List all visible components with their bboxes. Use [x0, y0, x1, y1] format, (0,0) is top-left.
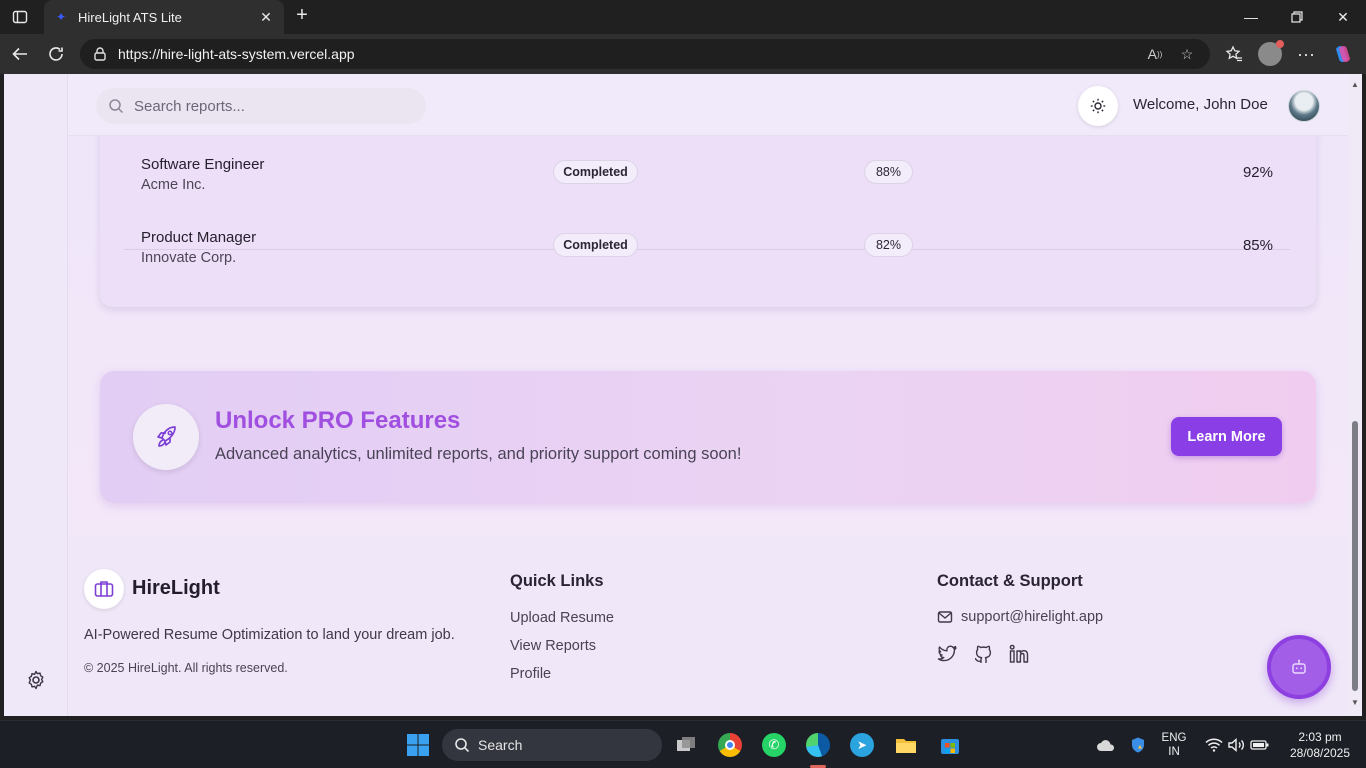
read-aloud-icon[interactable]: A)) [1144, 43, 1166, 65]
briefcase-icon [84, 569, 124, 609]
onedrive-icon[interactable] [1092, 731, 1120, 759]
footer-brand: HireLight [132, 577, 220, 599]
ats-score-badge: 82% [864, 233, 913, 257]
main-content: Software Engineer Acme Inc. Completed 88… [68, 74, 1348, 716]
page-scrollbar[interactable]: ▲ ▼ [1348, 74, 1362, 716]
search-icon [109, 99, 124, 114]
support-email[interactable]: support@hirelight.app [961, 609, 1103, 625]
pro-features-banner: Unlock PRO Features Advanced analytics, … [100, 371, 1316, 503]
footer-tagline: AI-Powered Resume Optimization to land y… [84, 627, 455, 643]
learn-more-button[interactable]: Learn More [1171, 417, 1282, 456]
window-close-icon[interactable]: ✕ [1320, 0, 1366, 34]
browser-tab-bar: ✦ HireLight ATS Lite ✕ + — ✕ [0, 0, 1366, 34]
favorite-star-icon[interactable]: ☆ [1176, 43, 1198, 65]
clock-date: 28/08/2025 [1289, 746, 1351, 760]
tab-favicon-icon: ✦ [56, 10, 67, 24]
security-shield-icon[interactable] [1124, 731, 1152, 759]
favorites-icon[interactable] [1221, 42, 1247, 66]
more-menu-icon[interactable]: ··· [1293, 42, 1319, 66]
quick-links-heading: Quick Links [510, 572, 604, 590]
tab-title: HireLight ATS Lite [78, 9, 182, 25]
welcome-text: Welcome, John Doe [1133, 96, 1268, 113]
status-badge: Completed [553, 233, 638, 257]
restore-icon[interactable] [1274, 0, 1320, 34]
site-info-icon[interactable] [92, 46, 108, 62]
link-view-reports[interactable]: View Reports [510, 638, 596, 654]
battery-icon[interactable] [1246, 731, 1274, 759]
scroll-up-icon[interactable]: ▲ [1351, 80, 1359, 89]
table-row[interactable]: Software Engineer Acme Inc. Completed 88… [124, 136, 1290, 208]
row-company: Acme Inc. [141, 177, 206, 193]
linkedin-icon[interactable] [1008, 643, 1030, 665]
scroll-down-icon[interactable]: ▼ [1351, 698, 1359, 707]
ats-score-badge: 88% [864, 160, 913, 184]
link-profile[interactable]: Profile [510, 666, 551, 682]
promo-subtitle: Advanced analytics, unlimited reports, a… [215, 445, 742, 463]
status-badge: Completed [553, 160, 638, 184]
row-role: Software Engineer [141, 156, 265, 173]
task-view-icon[interactable] [672, 731, 700, 759]
profile-avatar-icon[interactable] [1257, 40, 1284, 66]
clock[interactable]: 2:03 pm 28/08/2025 [1278, 730, 1362, 760]
top-header: Welcome, John Doe [68, 74, 1348, 136]
file-explorer-icon[interactable] [892, 731, 920, 759]
taskbar-search[interactable]: Search [442, 729, 662, 761]
scrollbar-thumb[interactable] [1352, 421, 1358, 691]
copyright-text: © 2025 HireLight. All rights reserved. [84, 661, 288, 675]
page-viewport: Software Engineer Acme Inc. Completed 88… [4, 74, 1362, 716]
twitter-icon[interactable] [936, 643, 958, 665]
github-icon[interactable] [972, 643, 994, 665]
contact-heading: Contact & Support [937, 572, 1083, 590]
tab-close-icon[interactable]: ✕ [258, 9, 274, 26]
edge-icon[interactable] [804, 731, 832, 759]
chatbot-button[interactable] [1267, 635, 1331, 699]
footer: HireLight AI-Powered Resume Optimization… [68, 535, 1348, 716]
mail-icon [937, 611, 953, 623]
link-upload-resume[interactable]: Upload Resume [510, 610, 614, 626]
language-line2: IN [1168, 746, 1180, 758]
search-input[interactable] [134, 97, 394, 115]
new-tab-icon[interactable]: + [291, 5, 313, 27]
windows-taskbar: Search ✆ ➤ ENG IN 2:03 pm 28/08/2025 [0, 720, 1366, 768]
bot-icon [1292, 659, 1306, 674]
minimize-icon[interactable]: — [1228, 0, 1274, 34]
search-box[interactable] [96, 88, 426, 124]
reports-table-card: Software Engineer Acme Inc. Completed 88… [100, 114, 1316, 307]
sun-icon [1090, 98, 1106, 114]
telegram-icon[interactable]: ➤ [848, 731, 876, 759]
language-indicator[interactable]: ENG IN [1158, 731, 1190, 759]
address-toolbar: https://hire-light-ats-system.vercel.app… [0, 34, 1366, 74]
rocket-icon [133, 404, 199, 470]
whatsapp-icon[interactable]: ✆ [760, 731, 788, 759]
language-line1: ENG [1161, 732, 1187, 744]
support-email-link[interactable]: support@hirelight.app [937, 609, 1103, 625]
theme-toggle-button[interactable] [1078, 86, 1118, 126]
sidebar [4, 74, 68, 716]
windows-start-icon[interactable] [404, 731, 432, 759]
address-bar[interactable]: https://hire-light-ats-system.vercel.app… [80, 39, 1210, 69]
microsoft-store-icon[interactable] [936, 731, 964, 759]
chrome-icon[interactable] [716, 731, 744, 759]
user-avatar[interactable] [1288, 90, 1320, 122]
copilot-icon[interactable] [1330, 42, 1356, 66]
clock-time: 2:03 pm [1298, 730, 1342, 744]
refresh-icon[interactable] [43, 42, 69, 66]
search-icon [455, 738, 470, 753]
final-score: 92% [1242, 164, 1273, 181]
row-role: Product Manager [141, 229, 257, 246]
tab-actions-icon[interactable] [8, 5, 32, 29]
browser-tab-active[interactable]: ✦ HireLight ATS Lite ✕ [44, 0, 284, 34]
settings-gear-icon[interactable] [24, 668, 48, 692]
promo-title: Unlock PRO Features [215, 407, 461, 434]
url-text[interactable]: https://hire-light-ats-system.vercel.app [118, 46, 1134, 62]
final-score: 85% [1242, 237, 1273, 254]
taskbar-search-label: Search [478, 737, 523, 753]
row-company: Innovate Corp. [141, 250, 237, 266]
back-icon[interactable] [7, 42, 33, 66]
table-row[interactable]: Product Manager Innovate Corp. Completed… [124, 209, 1290, 281]
